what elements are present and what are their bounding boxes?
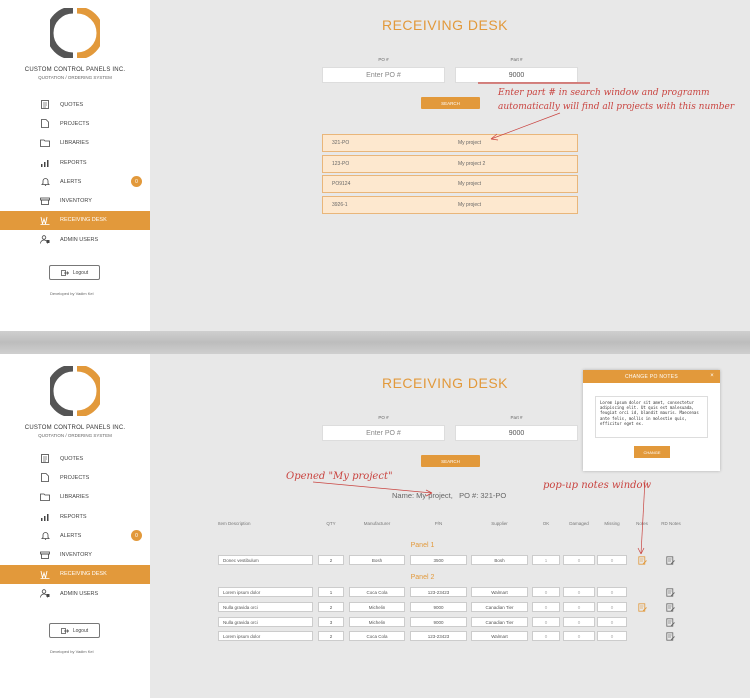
modal-title: CHANGE PO NOTES [624,373,679,380]
screenshot-divider [0,331,750,354]
change-button[interactable]: CHANGE [634,446,670,458]
annotation-arrows [478,82,590,141]
modal-header: CHANGE PO NOTES × [583,370,720,383]
change-po-notes-modal: CHANGE PO NOTES × Lorem ipsum dolor sit … [583,370,720,471]
receiving-desk-search-screen: CUSTOM CONTROL PANELS INC. QUOTATION / O… [0,0,750,331]
close-icon[interactable]: × [710,373,714,379]
notes-textarea[interactable]: Lorem ipsum dolor sit amet, consectetur … [595,396,708,438]
receiving-desk-project-screen: CUSTOM CONTROL PANELS INC. QUOTATION / O… [0,354,750,698]
